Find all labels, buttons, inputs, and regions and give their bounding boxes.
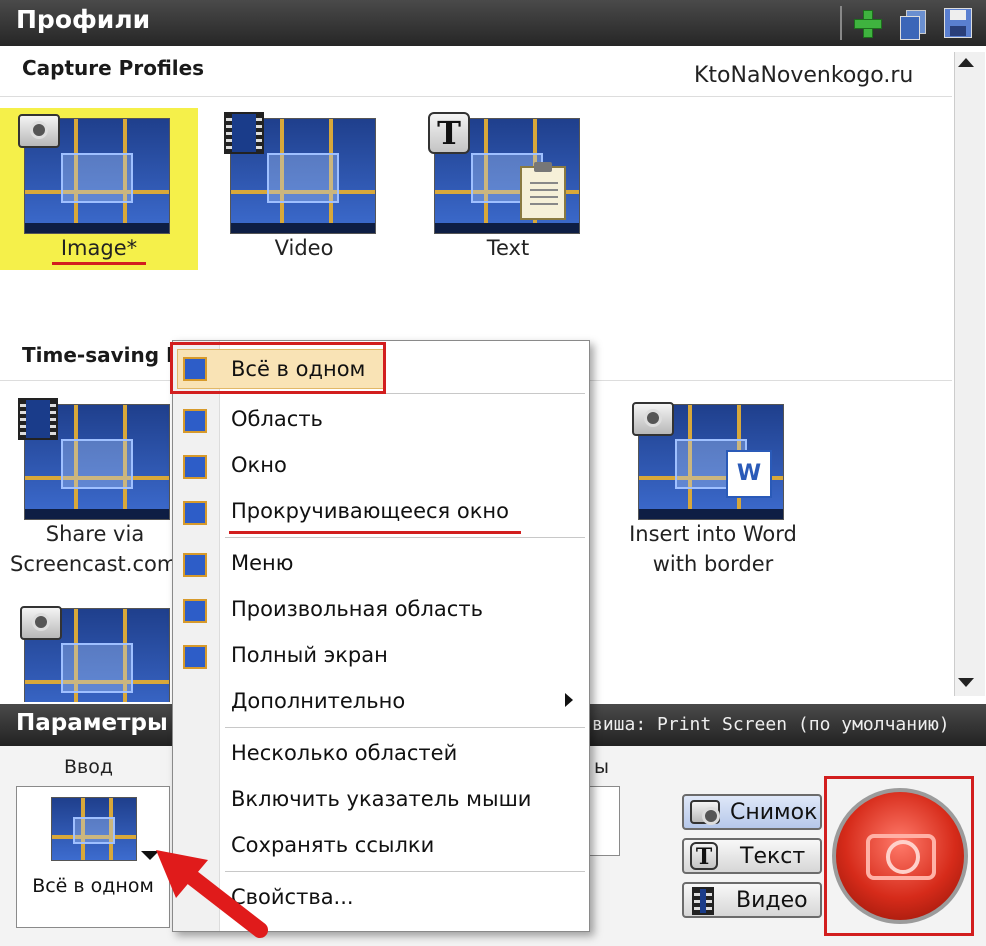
menu-item-include-cursor[interactable]: Включить указатель мыши (231, 787, 531, 811)
profile-share-screencast[interactable]: Share via Screencast.com (10, 394, 184, 584)
profile-insert-word[interactable]: W Insert into Word with border (620, 394, 806, 584)
video-label: Видео (736, 888, 808, 913)
profile-video[interactable]: Video (224, 108, 384, 270)
menu-icon (183, 553, 207, 577)
menu-item-freehand[interactable]: Произвольная область (231, 597, 483, 621)
film-icon (692, 887, 714, 915)
freehand-icon (183, 599, 207, 623)
fullscreen-icon (183, 645, 207, 669)
word-label-line2: with border (652, 552, 774, 576)
film-icon (224, 112, 264, 154)
camera-icon (20, 606, 62, 640)
menu-item-multiple-regions[interactable]: Несколько областей (231, 741, 457, 765)
input-label: Ввод (64, 756, 113, 778)
share-label-line1: Share via (45, 522, 145, 546)
menu-item-menu[interactable]: Меню (231, 551, 293, 575)
snapshot-label: Снимок (730, 800, 818, 825)
scrolling-underline-annotation (229, 531, 521, 534)
input-thumbnail (51, 797, 137, 861)
clipboard-icon (520, 162, 566, 220)
submenu-arrow-icon (565, 693, 573, 707)
profiles-scrollbar[interactable] (954, 52, 985, 696)
text-label: Текст (740, 844, 806, 869)
menu-item-fullscreen[interactable]: Полный экран (231, 643, 388, 667)
scroll-up-icon[interactable] (958, 58, 974, 67)
word-label-line1: Insert into Word (629, 522, 797, 546)
region-icon (183, 409, 207, 433)
all-in-one-annotation (170, 342, 386, 394)
save-icon[interactable] (944, 8, 972, 38)
header-title: Профили (16, 5, 151, 34)
scrolling-window-icon (183, 501, 207, 525)
camera-icon (18, 114, 60, 148)
video-mode-button[interactable]: Видео (682, 882, 822, 918)
camera-icon (632, 402, 674, 436)
capture-button-annotation (824, 776, 974, 936)
image-underline-annotation (52, 262, 146, 265)
text-icon: T (428, 112, 470, 154)
time-saving-title: Time-saving P (22, 343, 181, 367)
word-icon: W (726, 450, 772, 498)
snapshot-mode-button[interactable]: Снимок (682, 794, 822, 830)
profile-image[interactable]: Image* (0, 108, 198, 270)
capture-profiles-title: Capture Profiles (22, 56, 205, 80)
capture-type-menu: Всё в одном Область Окно Прокручивающеес… (172, 340, 590, 932)
section-divider (0, 96, 952, 97)
film-icon (18, 398, 58, 440)
profiles-header: Профили (0, 0, 986, 46)
other-label: ы (594, 756, 610, 778)
annotation-arrow-icon (156, 850, 268, 938)
profile-video-label: Video (274, 236, 334, 260)
copy-profile-icon[interactable] (900, 8, 928, 40)
window-icon (183, 455, 207, 479)
params-title: Параметры (16, 710, 168, 736)
hotkey-text: вишa: Print Screen (по умолчанию) (592, 714, 950, 735)
text-mode-button[interactable]: T Текст (682, 838, 822, 874)
add-profile-icon[interactable] (852, 8, 882, 38)
input-selector[interactable]: Всё в одном (16, 786, 170, 928)
menu-item-region[interactable]: Область (231, 407, 323, 431)
header-divider (840, 6, 842, 40)
scroll-down-icon[interactable] (958, 678, 974, 687)
profile-third-row[interactable] (14, 598, 174, 702)
menu-item-scrolling-window[interactable]: Прокручивающееся окно (231, 499, 509, 523)
camera-icon (690, 800, 720, 825)
watermark-text: KtoNaNovenkogo.ru (694, 63, 914, 88)
text-icon: T (690, 842, 718, 870)
menu-item-advanced[interactable]: Дополнительно (231, 689, 405, 713)
profile-image-label: Image* (60, 236, 138, 260)
profile-text-label: Text (486, 236, 530, 260)
share-label-line2: Screencast.com (10, 552, 178, 576)
menu-item-window[interactable]: Окно (231, 453, 287, 477)
profile-text[interactable]: T Text (428, 108, 588, 270)
input-value: Всё в одном (32, 875, 154, 897)
